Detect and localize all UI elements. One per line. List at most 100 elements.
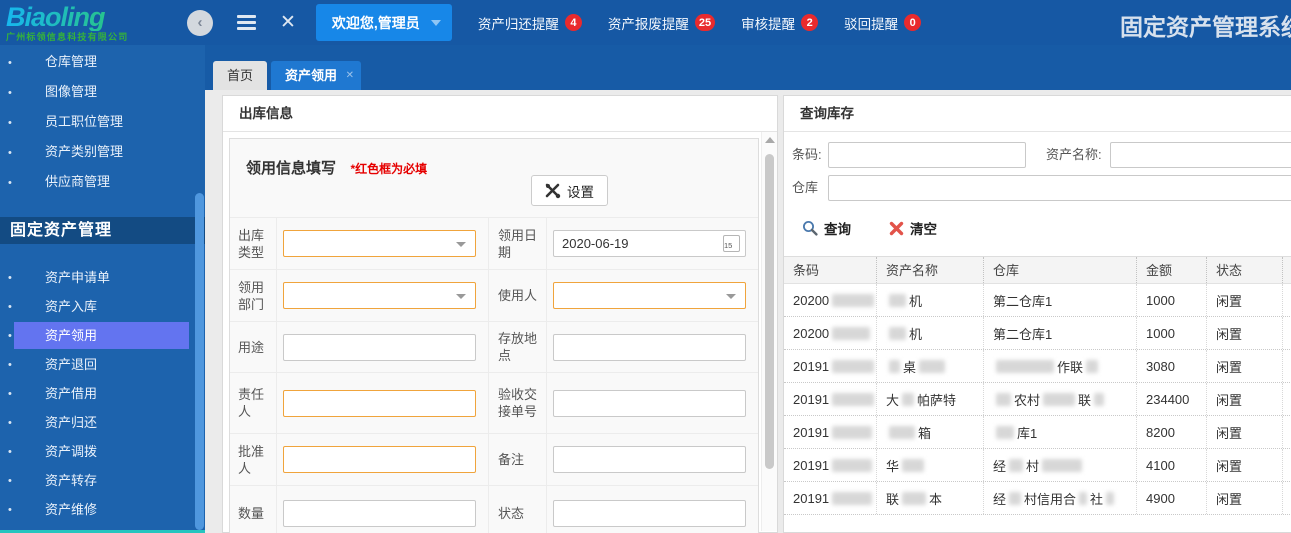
table-row[interactable]: 20191 箱 库1 8200 闲置 xyxy=(784,416,1291,449)
sidebar-item-asset-repair[interactable]: •资产维修 xyxy=(0,496,205,524)
system-title: 固定资产管理系统 xyxy=(1120,8,1291,42)
notif-asset-scrap[interactable]: 资产报废提醒 25 xyxy=(608,13,715,33)
sidebar-item-asset-return-back[interactable]: •资产退回 xyxy=(0,351,205,379)
sidebar-item-asset-issue[interactable]: •资产领用 xyxy=(0,322,205,350)
user-select[interactable] xyxy=(553,282,746,309)
scrollbar-thumb[interactable] xyxy=(765,154,774,469)
table-header: 条码 资产名称 仓库 金额 状态 xyxy=(784,257,1291,284)
scroll-up-icon[interactable] xyxy=(765,137,775,143)
redacted-text xyxy=(996,426,1014,439)
field-label: 存放地点 xyxy=(488,322,546,372)
field-label: 备注 xyxy=(488,434,546,485)
approver-input[interactable] xyxy=(283,446,476,473)
form-row: 用途 存放地点 xyxy=(230,321,758,372)
outbound-type-select[interactable] xyxy=(283,230,476,257)
form-scrollbar[interactable] xyxy=(761,132,777,531)
field-label: 领用部门 xyxy=(230,270,276,321)
barcode-input[interactable] xyxy=(828,142,1026,168)
bullet-icon: • xyxy=(8,115,12,131)
table-row[interactable]: 20191 联本 经村信用合社 4900 闲置 xyxy=(784,482,1291,515)
field-label: 出库类型 xyxy=(230,218,276,269)
notif-badge: 4 xyxy=(565,14,582,31)
top-bar: Biaoling 广州标领信息科技有限公司 ‹ ✕ 欢迎您,管理员 资产归还提醒… xyxy=(0,0,1291,45)
notif-asset-return[interactable]: 资产归还提醒 4 xyxy=(478,13,582,33)
warehouse-input[interactable] xyxy=(828,175,1291,201)
redacted-text xyxy=(1086,360,1098,373)
table-row[interactable]: 20191 大帕萨特 农村联 234400 闲置 xyxy=(784,383,1291,416)
table-row[interactable]: 20200 机 第二仓库1 1000 闲置 xyxy=(784,284,1291,317)
redacted-text xyxy=(1079,492,1087,505)
tab-close-icon[interactable]: ✕ xyxy=(346,61,354,90)
remark-input[interactable] xyxy=(553,446,746,473)
chevron-down-icon xyxy=(456,294,466,299)
status-input[interactable] xyxy=(553,500,746,527)
redacted-text xyxy=(832,393,874,406)
sidebar-item-employee-mgmt[interactable]: •员工职位管理 xyxy=(0,108,205,137)
acceptance-doc-input[interactable] xyxy=(553,390,746,417)
redacted-text xyxy=(832,426,872,439)
tab-home[interactable]: 首页 xyxy=(213,61,267,90)
sidebar-item-asset-giveback[interactable]: •资产归还 xyxy=(0,409,205,437)
clear-x-icon xyxy=(889,221,904,236)
responsible-person-input[interactable] xyxy=(283,390,476,417)
sidebar-scrollbar[interactable] xyxy=(195,193,204,530)
tab-asset-issue[interactable]: 资产领用 ✕ xyxy=(271,61,361,90)
clear-label: 清空 xyxy=(910,218,937,238)
search-button[interactable]: 查询 xyxy=(802,218,851,238)
issue-department-select[interactable] xyxy=(283,282,476,309)
bullet-icon: • xyxy=(8,473,12,489)
redacted-text xyxy=(996,393,1011,406)
issue-form-panel: 领用信息填写 *红色框为必填 设置 出库类型 xyxy=(229,138,759,533)
col-barcode: 条码 xyxy=(784,257,877,283)
inventory-query-panel: 查询库存 条码: 资产名称: 仓库 xyxy=(783,95,1291,533)
inventory-search-form: 条码: 资产名称: 仓库 xyxy=(784,132,1291,241)
sidebar-item-asset-transfer[interactable]: •资产调拨 xyxy=(0,438,205,466)
settings-button[interactable]: 设置 xyxy=(531,175,608,206)
sidebar-item-asset-category-mgmt[interactable]: •资产类别管理 xyxy=(0,138,205,167)
sidebar-item-asset-borrow[interactable]: •资产借用 xyxy=(0,380,205,408)
redacted-text xyxy=(1106,492,1114,505)
quantity-input[interactable] xyxy=(283,500,476,527)
redacted-text xyxy=(1094,393,1104,406)
storage-location-input[interactable] xyxy=(553,334,746,361)
welcome-label: 欢迎您,管理员 xyxy=(332,13,420,33)
form-row: 责任人 验收交接单号 xyxy=(230,372,758,433)
form-title: 领用信息填写 xyxy=(246,160,336,177)
redacted-text xyxy=(832,459,872,472)
chevron-down-icon xyxy=(726,294,736,299)
issue-date-input[interactable]: 2020-06-19 15 xyxy=(553,230,746,257)
redacted-text xyxy=(1043,393,1075,406)
field-label: 验收交接单号 xyxy=(488,373,546,433)
sidebar-collapse-button[interactable]: ‹ xyxy=(187,10,213,36)
bullet-icon: • xyxy=(8,502,12,518)
asset-name-input[interactable] xyxy=(1110,142,1291,168)
user-menu-button[interactable]: 欢迎您,管理员 xyxy=(316,4,452,41)
table-row[interactable]: 20200 机 第二仓库1 1000 闲置 xyxy=(784,317,1291,350)
col-cutoff xyxy=(1283,257,1291,283)
barcode-label: 条码: xyxy=(792,147,824,163)
notif-reject[interactable]: 驳回提醒 0 xyxy=(844,13,921,33)
sidebar-item-supplier-mgmt[interactable]: •供应商管理 xyxy=(0,168,205,197)
sidebar-item-asset-request[interactable]: •资产申请单 xyxy=(0,264,205,292)
clear-button[interactable]: 清空 xyxy=(889,218,937,238)
close-icon[interactable]: ✕ xyxy=(280,13,296,32)
menu-icon[interactable] xyxy=(237,12,256,34)
notif-badge: 0 xyxy=(904,14,921,31)
notif-audit[interactable]: 审核提醒 2 xyxy=(741,13,818,33)
redacted-text xyxy=(832,360,874,373)
table-row[interactable]: 20191 华 经村 4100 闲置 xyxy=(784,449,1291,482)
notif-label: 资产归还提醒 xyxy=(478,13,559,33)
bullet-icon: • xyxy=(8,85,12,101)
redacted-text xyxy=(832,327,870,340)
sidebar-item-asset-store[interactable]: •资产转存 xyxy=(0,467,205,495)
purpose-input[interactable] xyxy=(283,334,476,361)
sidebar-item-asset-inbound[interactable]: •资产入库 xyxy=(0,293,205,321)
tools-icon xyxy=(545,183,561,199)
sidebar-item-warehouse-mgmt[interactable]: •仓库管理 xyxy=(0,48,205,77)
sidebar-item-image-mgmt[interactable]: •图像管理 xyxy=(0,78,205,107)
table-row[interactable]: 20191 桌 作联 3080 闲置 xyxy=(784,350,1291,383)
field-label: 状态 xyxy=(488,486,546,533)
calendar-icon[interactable]: 15 xyxy=(723,235,740,252)
sidebar-section-fixed-assets[interactable]: 固定资产管理 xyxy=(0,217,205,244)
bullet-icon: • xyxy=(8,55,12,71)
